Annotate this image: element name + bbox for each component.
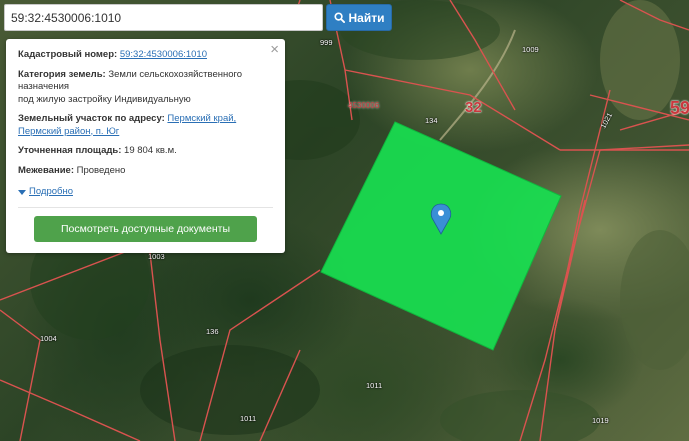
map-label-1011-b: 1011 [240,414,257,423]
parcel-info-popup: × Кадастровый номер: 59:32:4530006:1010 … [6,39,285,253]
close-icon[interactable]: × [270,42,279,57]
details-link[interactable]: Подробно [29,186,73,199]
map-label-134: 134 [425,116,438,125]
map-label-999: 999 [320,38,333,47]
map-label-block-32: 32 [465,99,482,116]
details-toggle[interactable]: Подробно [18,186,73,199]
area-value: 19 804 кв.м. [124,145,177,156]
map-label-1019: 1019 [592,416,609,425]
map-label-1011: 1011 [366,381,383,390]
survey-value: Проведено [76,164,126,176]
cadastral-number-link[interactable]: 59:32:4530006:1010 [120,49,207,60]
caret-down-icon [18,189,26,195]
search-icon [333,12,345,23]
popup-divider [18,207,273,209]
map-label-136: 136 [206,327,219,336]
map-label-1004: 1004 [40,334,57,343]
land-category-value-3: под жилую застройку Индивидуальную [18,93,191,105]
cadastral-number-row: Кадастровый номер: 59:32:4530006:1010 [18,49,273,62]
area-label: Уточненная площадь: [18,145,122,156]
cadastral-search-input[interactable] [4,4,323,31]
area-row: Уточненная площадь: 19 804 кв.м. [18,145,273,158]
map-label-district-59: 59 [670,98,689,118]
cadastral-number-label: Кадастровый номер: [18,49,118,60]
land-category-row: Категория земель: Земли сельскохозяйстве… [18,69,273,107]
land-category-label: Категория земель: [18,68,106,80]
address-link-2[interactable]: Пермский район, п. Юг [18,126,119,137]
search-button-label: Найти [348,10,385,25]
survey-label: Межевание: [18,164,74,176]
selected-parcel[interactable] [321,122,561,350]
address-label: Земельный участок по адресу: [18,113,165,124]
map-label-1009: 1009 [522,45,539,54]
address-row: Земельный участок по адресу: Пермский кр… [18,113,273,138]
land-category-value-1: Земли сельскохозяйственного [108,68,243,80]
view-documents-button[interactable]: Посмотреть доступные документы [34,216,257,243]
search-button[interactable]: Найти [326,4,392,31]
map-label-1003: 1003 [148,252,165,261]
survey-row: Межевание: Проведено [18,165,273,178]
land-category-value-2: назначения [18,81,70,92]
map-label-quarter: 4530006 [348,101,380,110]
address-link-1[interactable]: Пермский край, [167,113,236,124]
